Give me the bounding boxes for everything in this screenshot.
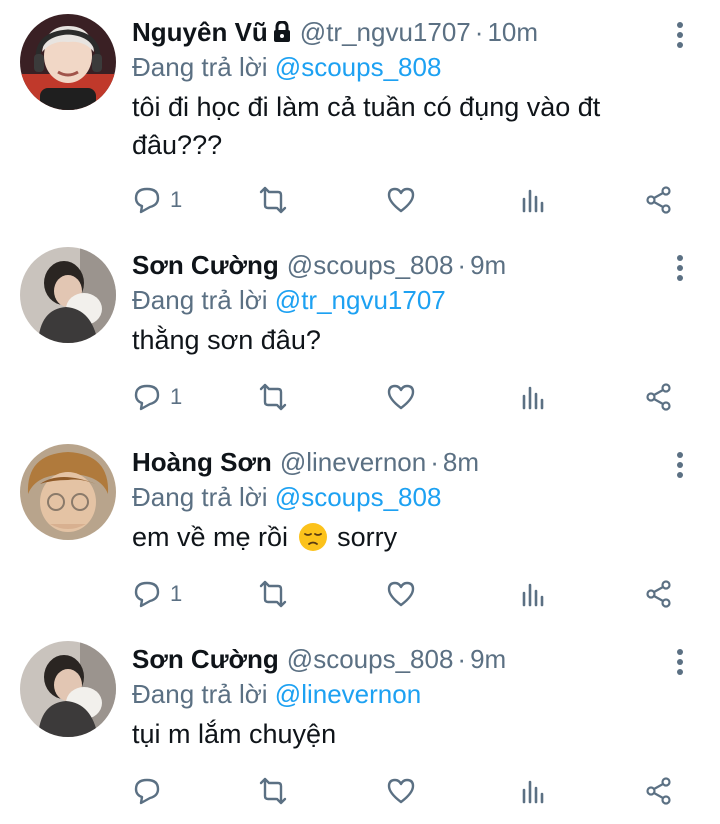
timestamp[interactable]: 8m xyxy=(443,447,479,477)
action-bar xyxy=(132,771,680,811)
share-icon xyxy=(646,580,671,608)
retweet-button[interactable] xyxy=(256,771,290,811)
reply-to-handle[interactable]: @scoups_808 xyxy=(275,52,442,82)
share-button[interactable] xyxy=(644,377,674,417)
reply-count: 1 xyxy=(170,384,183,409)
analytics-button[interactable] xyxy=(518,180,548,220)
tweet-text-part: sorry xyxy=(337,522,398,552)
display-name[interactable]: Nguyên Vũ xyxy=(132,17,268,47)
like-button[interactable] xyxy=(386,377,416,417)
share-icon xyxy=(646,186,671,214)
reply-prefix: Đang trả lời xyxy=(132,52,268,82)
retweet-icon xyxy=(259,186,287,214)
retweet-button[interactable] xyxy=(256,377,290,417)
analytics-button[interactable] xyxy=(518,574,548,614)
analytics-icon xyxy=(522,583,544,607)
reply-prefix: Đang trả lời xyxy=(132,482,268,512)
like-button[interactable] xyxy=(386,180,416,220)
avatar[interactable] xyxy=(20,444,116,540)
reply-icon xyxy=(134,778,160,805)
tweet[interactable]: Sơn Cường @scoups_808 · 9m Đang trả lời @tr… xyxy=(0,233,720,430)
tweet-text: em về mẹ rồi sorry xyxy=(132,518,680,562)
reply-to-handle[interactable]: @linevernon xyxy=(275,679,421,709)
more-options-icon[interactable] xyxy=(670,22,690,52)
reply-icon xyxy=(134,384,160,411)
share-button[interactable] xyxy=(644,574,674,614)
tweet-text-part: em về mẹ rồi xyxy=(132,522,289,552)
tweet-text: tôi đi học đi làm cả tuần có đụng vào đt… xyxy=(132,92,601,160)
tweet[interactable]: Nguyên Vũ @tr_ngvu1707 · 10m Đang trả lời @… xyxy=(0,0,720,214)
reply-context: Đang trả lời @scoups_808 xyxy=(132,50,680,84)
share-button[interactable] xyxy=(644,771,674,811)
tweet[interactable]: Sơn Cường @scoups_808 · 9m Đang trả lời @li… xyxy=(0,627,720,824)
more-options-icon[interactable] xyxy=(670,452,690,482)
reply-button[interactable]: 1 xyxy=(132,574,182,614)
dot-separator: · xyxy=(474,17,484,47)
reply-to-handle[interactable]: @scoups_808 xyxy=(275,482,442,512)
display-name[interactable]: Sơn Cường xyxy=(132,644,279,674)
display-name[interactable]: Hoàng Sơn xyxy=(132,447,272,477)
display-name[interactable]: Sơn Cường xyxy=(132,250,279,280)
analytics-icon xyxy=(522,386,544,410)
reply-context: Đang trả lời @scoups_808 xyxy=(132,480,680,514)
user-handle[interactable]: @linevernon xyxy=(280,447,426,477)
like-button[interactable] xyxy=(386,771,416,811)
heart-icon xyxy=(387,187,415,213)
timestamp[interactable]: 9m xyxy=(470,250,506,280)
reply-button[interactable]: 1 xyxy=(132,377,182,417)
user-handle[interactable]: @scoups_808 xyxy=(287,644,454,674)
heart-icon xyxy=(387,778,415,804)
reply-to-handle[interactable]: @tr_ngvu1707 xyxy=(275,285,446,315)
reply-button[interactable]: 1 xyxy=(132,180,182,220)
dot-separator: · xyxy=(430,447,439,477)
action-bar: 1 xyxy=(132,574,680,614)
tweet-text: tụi m lắm chuyện xyxy=(132,719,337,749)
dot-separator: · xyxy=(457,644,467,674)
more-options-icon[interactable] xyxy=(670,649,690,679)
share-icon xyxy=(646,777,671,805)
dot-separator: · xyxy=(457,250,467,280)
action-bar: 1 xyxy=(132,377,680,417)
retweet-button[interactable] xyxy=(256,574,290,614)
tweet-text: thằng sơn đâu? xyxy=(132,325,321,355)
retweet-button[interactable] xyxy=(256,180,290,220)
reply-count: 1 xyxy=(170,581,183,606)
reply-context: Đang trả lời @linevernon xyxy=(132,677,680,711)
action-bar: 1 xyxy=(132,180,680,220)
lock-icon xyxy=(272,16,292,52)
reply-count: 1 xyxy=(170,187,183,212)
retweet-icon xyxy=(259,580,287,608)
heart-icon xyxy=(387,384,415,410)
analytics-button[interactable] xyxy=(518,771,548,811)
analytics-button[interactable] xyxy=(518,377,548,417)
avatar[interactable] xyxy=(20,14,116,110)
reply-thread: Nguyên Vũ @tr_ngvu1707 · 10m Đang trả lời @… xyxy=(0,0,720,820)
reply-button[interactable] xyxy=(132,771,162,811)
more-options-icon[interactable] xyxy=(670,255,690,285)
retweet-icon xyxy=(259,777,287,805)
reply-prefix: Đang trả lời xyxy=(132,285,268,315)
reply-icon xyxy=(134,581,160,608)
analytics-icon xyxy=(522,780,544,804)
user-handle[interactable]: @scoups_808 xyxy=(287,250,454,280)
pensive-face-emoji-icon xyxy=(298,522,328,562)
timestamp[interactable]: 9m xyxy=(470,644,506,674)
reply-icon xyxy=(134,187,160,214)
tweet[interactable]: Hoàng Sơn @linevernon · 8m Đang trả lời @sc… xyxy=(0,430,720,627)
user-handle[interactable]: @tr_ngvu1707 xyxy=(300,17,471,47)
heart-icon xyxy=(387,581,415,607)
timestamp[interactable]: 10m xyxy=(487,17,538,47)
reply-context: Đang trả lời @tr_ngvu1707 xyxy=(132,283,680,317)
avatar[interactable] xyxy=(20,641,116,737)
share-button[interactable] xyxy=(644,180,674,220)
reply-prefix: Đang trả lời xyxy=(132,679,268,709)
share-icon xyxy=(646,383,671,411)
like-button[interactable] xyxy=(386,574,416,614)
analytics-icon xyxy=(522,189,544,213)
avatar[interactable] xyxy=(20,247,116,343)
retweet-icon xyxy=(259,383,287,411)
